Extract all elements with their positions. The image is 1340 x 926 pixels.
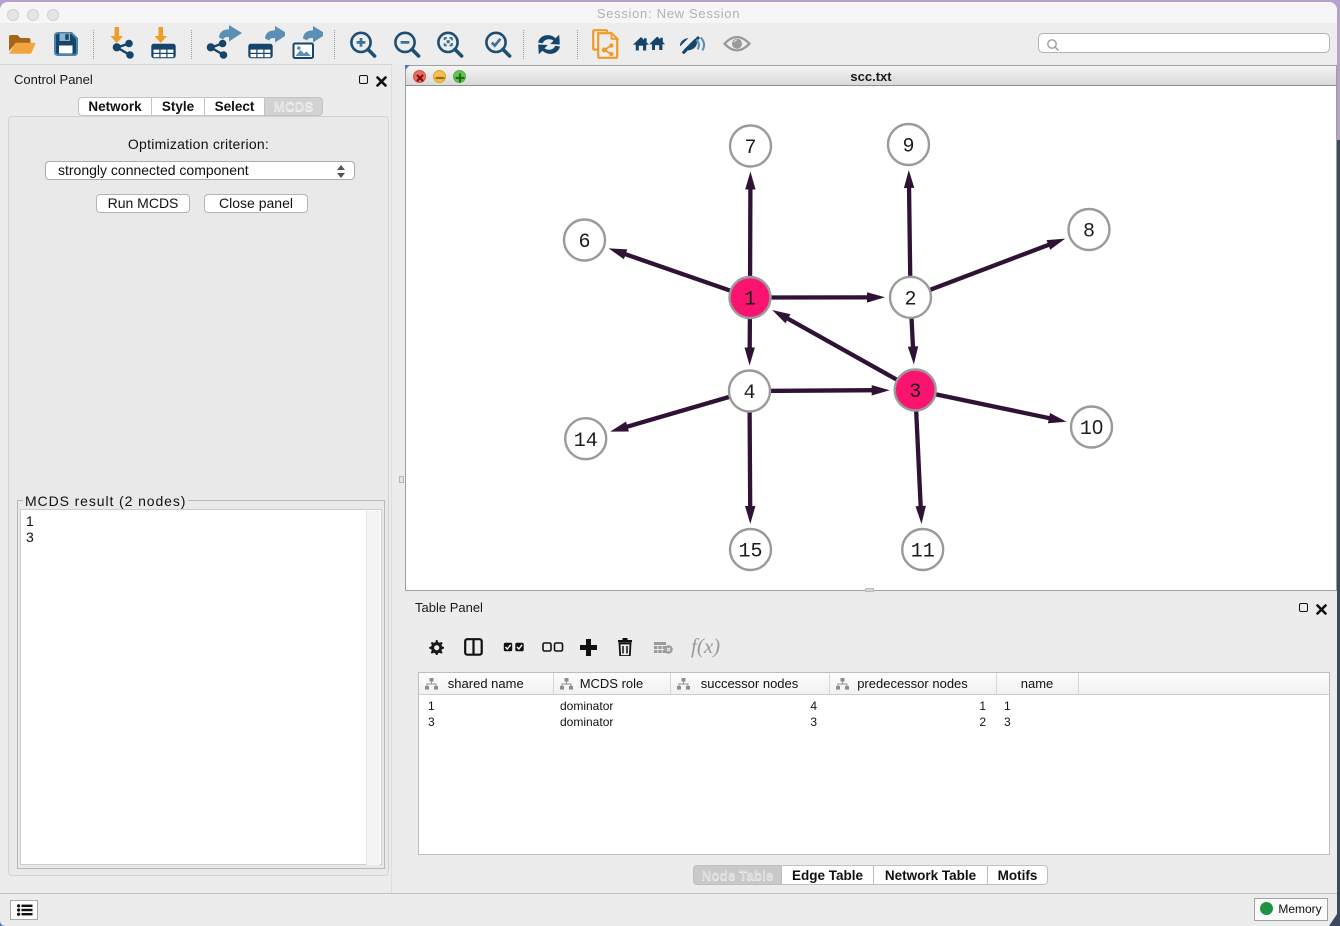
svg-text:9: 9 [902,136,914,159]
svg-text:3: 3 [909,381,921,404]
svg-text:6: 6 [578,231,590,254]
svg-text:15: 15 [738,541,762,564]
svg-text:11: 11 [911,541,935,564]
svg-text:7: 7 [744,137,756,160]
svg-text:1: 1 [744,289,756,312]
svg-text:8: 8 [1083,221,1095,244]
svg-text:14: 14 [574,430,598,453]
svg-text:4: 4 [743,382,755,405]
svg-text:2: 2 [904,289,916,312]
svg-text:10: 10 [1080,417,1103,441]
